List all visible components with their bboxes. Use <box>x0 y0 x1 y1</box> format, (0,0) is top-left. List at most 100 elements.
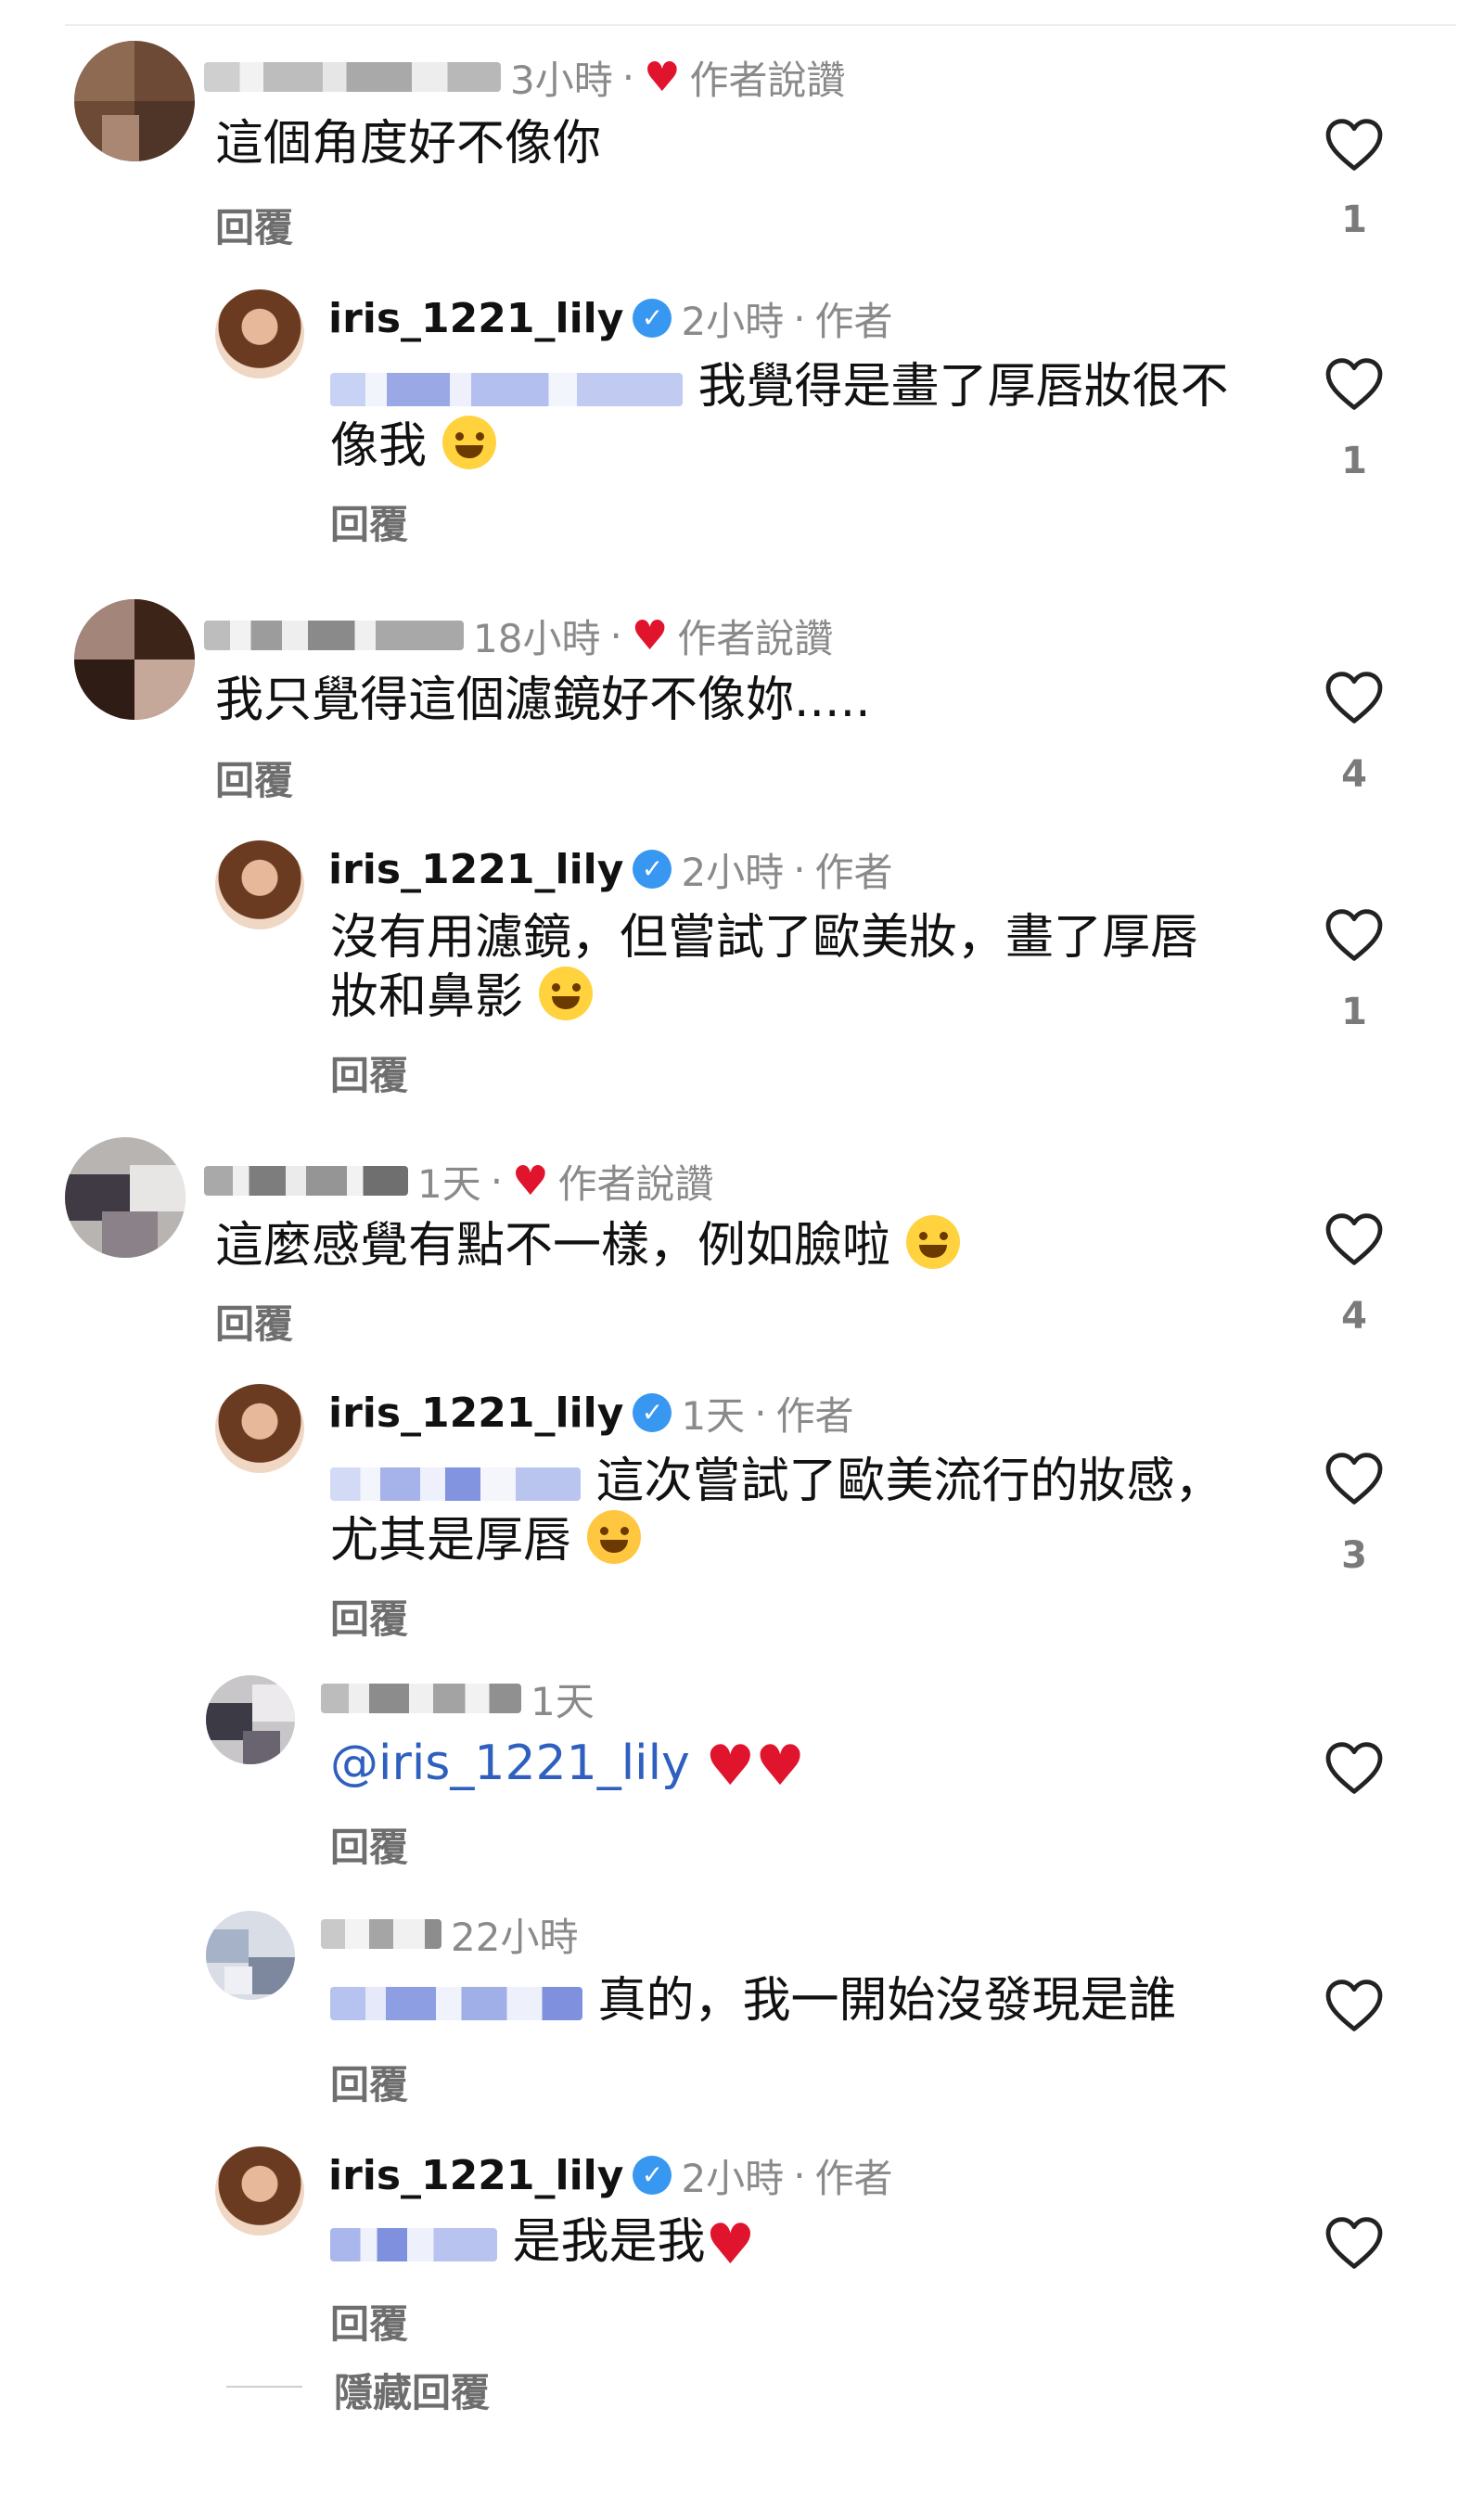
author-liked-label: 作者說讚 <box>557 1160 714 1207</box>
hide-replies-divider <box>226 2386 302 2388</box>
username[interactable]: iris_1221_lily <box>328 295 623 342</box>
comment-header: 18小時 · ♥ 作者說讚 <box>204 608 833 662</box>
comment-text: 真的，我一開始沒發現是誰 <box>330 1972 1177 2030</box>
mention-link[interactable]: @iris_1221_lily <box>330 1736 690 1791</box>
heart-outline-icon[interactable] <box>1324 2215 1384 2271</box>
author-liked-label: 作者說讚 <box>677 615 834 661</box>
comment-text-content: 真的，我一開始沒發現是誰 <box>597 1973 1177 2029</box>
verified-badge-icon: ✓ <box>633 1393 672 1432</box>
reply-button[interactable]: 回覆 <box>215 1293 293 1350</box>
username[interactable]: iris_1221_lily <box>328 846 623 893</box>
comment-header: 22小時 <box>321 1907 578 1961</box>
separator: · <box>793 295 806 341</box>
timestamp: 1天 <box>417 1160 481 1207</box>
comment-text: 是我是我♥ <box>330 2213 755 2273</box>
reply-button[interactable]: 回覆 <box>330 1588 408 1645</box>
comment-text-line1: 這次嘗試了歐美流行的妝感， <box>595 1454 1223 1509</box>
comment-text-line2: 妝和鼻影 <box>330 969 524 1025</box>
hide-replies-button[interactable]: 隱藏回覆 <box>334 2362 490 2418</box>
tears-of-joy-emoji-icon <box>905 1215 960 1269</box>
comment-text: @iris_1221_lily ♥♥ <box>330 1735 805 1794</box>
separator: · <box>754 1390 767 1436</box>
like-count: 1 <box>1341 991 1367 1033</box>
avatar[interactable] <box>206 1675 295 1764</box>
like-count: 3 <box>1341 1534 1367 1577</box>
heart-outline-icon[interactable] <box>1324 117 1384 173</box>
reply-button[interactable]: 回覆 <box>330 1044 408 1101</box>
comment-text: 這個角度好不像你 <box>215 116 602 172</box>
sweat-smile-emoji-icon <box>441 416 496 469</box>
heart-outline-icon[interactable] <box>1324 356 1384 412</box>
author-liked-heart-icon: ♥ <box>512 1157 549 1205</box>
mention[interactable] <box>330 373 683 406</box>
reply-button[interactable]: 回覆 <box>330 2054 408 2110</box>
red-heart-emoji-icon: ♥ <box>705 1734 756 1799</box>
author-liked-heart-icon: ♥ <box>631 611 669 660</box>
comment-header: iris_1221_lily ✓ 2小時 · 作者 <box>328 842 893 896</box>
red-heart-emoji-icon: ♥ <box>705 2212 756 2277</box>
username[interactable] <box>321 1684 521 1713</box>
username[interactable] <box>321 1919 441 1949</box>
mention[interactable] <box>330 1987 582 2020</box>
timestamp: 1天 <box>531 1678 595 1724</box>
heart-outline-icon[interactable] <box>1324 1451 1384 1506</box>
separator: · <box>793 2152 806 2198</box>
comment-text: 這麼感覺有點不一樣，例如臉啦 <box>215 1215 960 1275</box>
avatar[interactable] <box>65 1137 186 1258</box>
author-liked-heart-icon: ♥ <box>644 53 681 101</box>
reply-button[interactable]: 回覆 <box>330 1816 408 1873</box>
smiling-face-emoji-icon <box>586 1510 641 1564</box>
comment-header: iris_1221_lily ✓ 2小時 · 作者 <box>328 2148 893 2202</box>
reply-button[interactable]: 回覆 <box>330 2293 408 2350</box>
comment-header: 3小時 · ♥ 作者說讚 <box>204 50 846 104</box>
username[interactable] <box>204 621 464 650</box>
avatar[interactable] <box>215 840 304 929</box>
heart-outline-icon[interactable] <box>1324 1978 1384 2033</box>
heart-outline-icon[interactable] <box>1324 1740 1384 1796</box>
comment-header: iris_1221_lily ✓ 2小時 · 作者 <box>328 291 893 345</box>
like-count: 1 <box>1341 440 1367 482</box>
comment-text-line1: 沒有用濾鏡，但嘗試了歐美妝，畫了厚唇 <box>330 910 1199 966</box>
comment-header: 1天 <box>321 1672 595 1725</box>
reply-button[interactable]: 回覆 <box>215 749 293 806</box>
timestamp: 2小時 <box>681 298 785 344</box>
avatar[interactable] <box>74 599 195 720</box>
timestamp: 1天 <box>681 1392 746 1439</box>
reply-button[interactable]: 回覆 <box>215 197 293 253</box>
mention[interactable] <box>330 1467 581 1501</box>
separator: · <box>490 1158 504 1204</box>
avatar[interactable] <box>215 1384 304 1473</box>
author-tag: 作者 <box>814 849 893 895</box>
avatar[interactable] <box>74 41 195 161</box>
like-count: 4 <box>1341 1295 1367 1338</box>
author-liked-label: 作者說讚 <box>689 57 846 103</box>
comment-text: 我覺得是畫了厚唇妝很不 像我 <box>330 358 1258 475</box>
reply-button[interactable]: 回覆 <box>330 493 408 550</box>
username[interactable]: iris_1221_lily <box>328 1390 623 1437</box>
comment-text-line1: 我覺得是畫了厚唇妝很不 <box>697 359 1229 415</box>
comment-header: 1天 · ♥ 作者說讚 <box>204 1154 714 1208</box>
author-tag: 作者 <box>814 2155 893 2201</box>
timestamp: 2小時 <box>681 849 785 895</box>
heart-outline-icon[interactable] <box>1324 1211 1384 1267</box>
mention[interactable] <box>330 2228 497 2261</box>
avatar[interactable] <box>215 2146 304 2235</box>
author-tag: 作者 <box>814 298 893 344</box>
username[interactable] <box>204 1166 408 1196</box>
heart-outline-icon[interactable] <box>1324 907 1384 963</box>
like-count: 4 <box>1341 753 1367 796</box>
avatar[interactable] <box>206 1911 295 2000</box>
separator: · <box>793 846 806 892</box>
comment-text-line2: 尤其是厚唇 <box>330 1513 572 1569</box>
comment-text: 我只覺得這個濾鏡好不像妳..... <box>215 673 871 728</box>
username[interactable]: iris_1221_lily <box>328 2152 623 2199</box>
avatar[interactable] <box>215 289 304 378</box>
verified-badge-icon: ✓ <box>633 299 672 338</box>
username[interactable] <box>204 62 501 92</box>
separator: · <box>621 54 635 100</box>
comment-text: 沒有用濾鏡，但嘗試了歐美妝，畫了厚唇 妝和鼻影 <box>330 909 1258 1026</box>
comment-text-content: 是我是我 <box>512 2214 706 2270</box>
timestamp: 2小時 <box>681 2155 785 2201</box>
top-divider <box>65 24 1456 26</box>
heart-outline-icon[interactable] <box>1324 670 1384 725</box>
